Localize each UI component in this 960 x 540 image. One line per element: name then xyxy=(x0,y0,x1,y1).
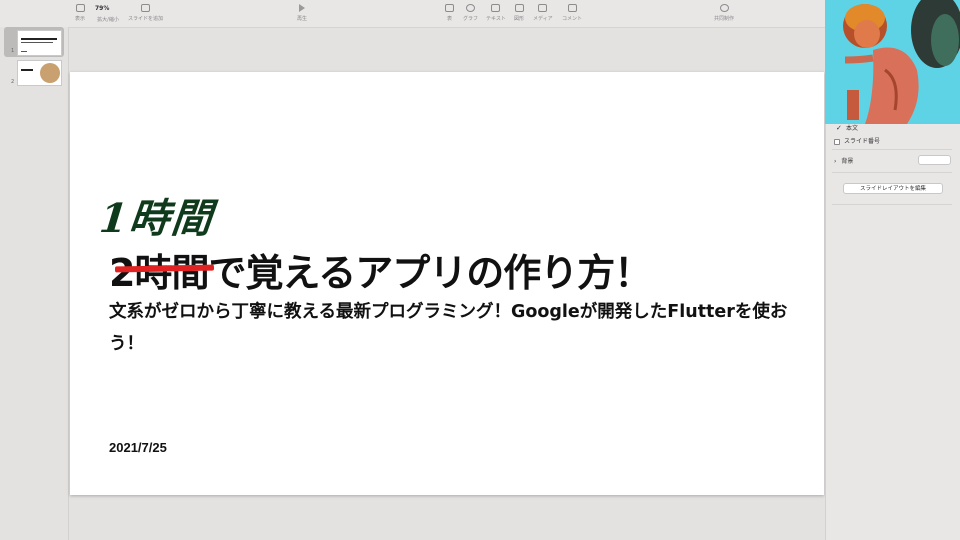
thumb-subtitle-line xyxy=(21,42,53,43)
thumb-title-line xyxy=(21,38,57,40)
zoom-control[interactable]: 79% 拡大/縮小 xyxy=(93,4,123,23)
slide-subtitle[interactable]: 文系がゼロから丁寧に教える最新プログラミング！Googleが開発したFlutte… xyxy=(109,296,799,360)
strikethrough-mark-2 xyxy=(165,264,215,272)
slide-date[interactable]: 2021/7/25 xyxy=(109,440,167,455)
cherub-painting xyxy=(825,0,960,124)
table-label: 表 xyxy=(446,16,452,22)
toolbar: 表示 79% 拡大/縮小 スライドを追加 再生 表 グラフ テキスト 図形 メデ… xyxy=(0,0,825,28)
slide-thumb-1-number: 1 xyxy=(11,48,15,54)
collaborate-button[interactable]: 共同制作 xyxy=(714,4,734,22)
chart-icon xyxy=(466,4,475,12)
panel-divider xyxy=(832,172,952,173)
comment-label: コメント xyxy=(562,16,583,22)
chart-label: グラフ xyxy=(463,16,479,22)
add-slide-label: スライドを追加 xyxy=(128,16,164,22)
collaborate-icon xyxy=(719,4,729,12)
thumb-date-line xyxy=(21,51,27,52)
background-label: 背景 xyxy=(841,158,854,165)
thumb2-food-image xyxy=(40,63,60,83)
body-option[interactable]: ✓ 本文 xyxy=(836,123,858,132)
text-label: テキスト xyxy=(486,16,506,22)
thumb2-text-line xyxy=(21,69,33,71)
cherub-image xyxy=(825,0,960,124)
slide-number-checkbox[interactable] xyxy=(834,138,840,145)
handwritten-annotation[interactable]: 1時間 xyxy=(97,186,217,244)
play-button[interactable]: 再生 xyxy=(297,4,307,22)
background-color-well[interactable] xyxy=(918,155,951,165)
body-label: 本文 xyxy=(846,125,859,132)
background-option[interactable]: › 背景 xyxy=(834,156,853,165)
comment-button[interactable]: コメント xyxy=(562,4,582,22)
add-slide-button[interactable]: スライドを追加 xyxy=(128,4,163,22)
play-label: 再生 xyxy=(297,16,308,22)
collaborate-label: 共同制作 xyxy=(714,16,735,22)
shape-button[interactable]: 図形 xyxy=(514,4,524,22)
zoom-value[interactable]: 79% xyxy=(93,4,123,13)
slide-number-label: スライド番号 xyxy=(844,138,881,145)
edit-slide-layout-button[interactable]: スライドレイアウトを編集 xyxy=(843,183,943,194)
sidebar-icon xyxy=(75,4,85,12)
view-button[interactable]: 表示 xyxy=(75,4,85,22)
media-icon xyxy=(538,4,548,12)
zoom-label: 拡大/縮小 xyxy=(97,17,119,23)
text-button[interactable]: テキスト xyxy=(486,4,506,22)
slide-thumb-2-number: 2 xyxy=(11,79,15,85)
slide-navigator: 1 2 xyxy=(0,27,69,540)
panel-divider xyxy=(832,204,952,205)
slide-thumb-1[interactable] xyxy=(17,30,62,56)
shape-icon xyxy=(514,4,524,12)
panel-divider xyxy=(832,149,952,150)
comment-icon xyxy=(567,4,577,12)
shape-label: 図形 xyxy=(514,16,525,22)
slide-thumb-2[interactable] xyxy=(17,60,62,86)
table-icon xyxy=(445,4,454,12)
disclosure-icon: › xyxy=(834,158,837,165)
table-button[interactable]: 表 xyxy=(445,4,454,22)
slide-number-option[interactable]: スライド番号 xyxy=(834,136,880,145)
text-icon xyxy=(491,4,501,12)
view-label: 表示 xyxy=(75,16,86,22)
chart-button[interactable]: グラフ xyxy=(463,4,478,22)
play-icon xyxy=(299,4,305,12)
add-slide-icon xyxy=(141,4,150,12)
checkmark-icon: ✓ xyxy=(836,124,842,132)
media-button[interactable]: メディア xyxy=(533,4,553,22)
media-label: メディア xyxy=(533,16,553,22)
strikethrough-mark-1 xyxy=(114,265,168,273)
